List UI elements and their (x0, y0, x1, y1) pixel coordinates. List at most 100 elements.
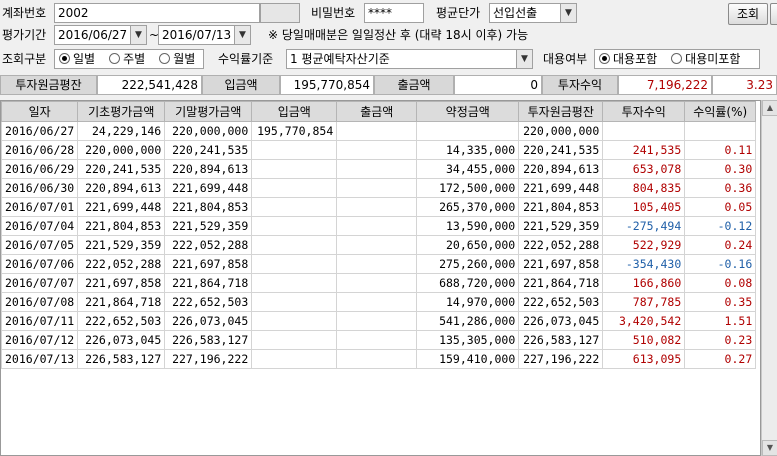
scroll-up-icon[interactable]: ▲ (762, 100, 777, 116)
table-cell: 0.36 (684, 178, 757, 198)
radio-weekly-label: 주별 (123, 52, 146, 66)
table-cell: 221,697,858 (518, 254, 604, 274)
avg-price-label: 평균단가 (436, 6, 481, 20)
table-row[interactable]: 2016/07/13 226,583,127 227,196,222 159,410,… (1, 349, 757, 369)
date-to-input[interactable]: 2016/07/13 ▼ (158, 25, 251, 45)
table-cell: 221,864,718 (77, 292, 166, 312)
table-cell: 221,697,858 (77, 273, 166, 293)
table-row[interactable]: 2016/07/05 221,529,359 222,052,288 20,650,0… (1, 235, 757, 255)
column-header[interactable]: 출금액 (336, 101, 418, 122)
loan-group: 대용포함 대용미포함 (594, 49, 760, 69)
table-cell (336, 254, 418, 274)
table-cell: 0.35 (684, 292, 757, 312)
table-cell (251, 140, 338, 160)
table-row[interactable]: 2016/06/28 220,000,000 220,241,535 14,335,0… (1, 140, 757, 160)
table-cell: 2016/06/30 (1, 178, 79, 198)
table-row[interactable]: 2016/07/08 221,864,718 222,652,503 14,970,0… (1, 292, 757, 312)
radio-selected-icon (59, 53, 70, 64)
table-cell: 24,229,146 (77, 121, 166, 141)
table-cell: 221,529,359 (164, 216, 253, 236)
table-cell (684, 121, 757, 141)
period-label: 평가기간 (2, 28, 47, 42)
table-row[interactable]: 2016/07/12 226,073,045 226,583,127 135,305,… (1, 330, 757, 350)
radio-daily[interactable]: 일별 (59, 52, 95, 66)
date-from-value: 2016/06/27 (58, 28, 128, 42)
radio-loan-exclude[interactable]: 대용미포함 (671, 52, 740, 66)
table-row[interactable]: 2016/06/27 24,229,146 220,000,000 195,770,8… (1, 121, 757, 141)
table-cell: 195,770,854 (251, 121, 338, 141)
password-input[interactable]: **** (364, 3, 424, 23)
column-header[interactable]: 수익률(%) (684, 101, 757, 122)
column-header[interactable]: 약정금액 (416, 101, 520, 122)
table-cell: 221,864,718 (164, 273, 253, 293)
avg-price-select[interactable]: 선입선출 ▼ (489, 3, 577, 23)
date-from-input[interactable]: 2016/06/27 ▼ (54, 25, 147, 45)
table-cell: 510,082 (602, 330, 686, 350)
return-basis-value: 1 평균예탁자산기준 (290, 52, 390, 66)
table-cell (336, 349, 418, 369)
table-row[interactable]: 2016/06/30 220,894,613 221,699,448 172,500,… (1, 178, 757, 198)
daily-returns-table: 일자 기초평가금액 기말평가금액 입금액 출금액 약정금액 투자원금평잔 투자수익 수익률(%)… (1, 101, 757, 369)
table-row[interactable]: 2016/07/01 221,699,448 221,804,853 265,370,… (1, 197, 757, 217)
table-row[interactable]: 2016/07/07 221,697,858 221,864,718 688,720,… (1, 273, 757, 293)
column-header[interactable]: 기초평가금액 (77, 101, 166, 122)
return-basis-select[interactable]: 1 평균예탁자산기준 ▼ (286, 49, 533, 69)
table-cell: 2016/07/01 (1, 197, 79, 217)
avg-price-value: 선입선출 (493, 6, 538, 20)
table-cell: 2016/06/27 (1, 121, 79, 141)
table-cell: 2016/07/12 (1, 330, 79, 350)
vertical-scrollbar[interactable]: ▲ ▼ (761, 100, 777, 456)
table-cell: 135,305,000 (416, 330, 520, 350)
summary-deposit-value: 195,770,854 (280, 75, 374, 95)
scroll-down-icon[interactable]: ▼ (762, 440, 777, 456)
table-row[interactable]: 2016/07/04 221,804,853 221,529,359 13,590,0… (1, 216, 757, 236)
table-cell (336, 235, 418, 255)
table-header-row: 일자 기초평가금액 기말평가금액 입금액 출금액 약정금액 투자원금평잔 투자수익 수익률(%) (1, 101, 757, 122)
radio-loan-include[interactable]: 대용포함 (599, 52, 657, 66)
column-header[interactable]: 입금액 (251, 101, 338, 122)
column-header[interactable]: 투자원금평잔 (518, 101, 604, 122)
next-button[interactable]: 다음 (770, 3, 777, 25)
table-row[interactable]: 2016/06/29 220,241,535 220,894,613 34,455,0… (1, 159, 757, 179)
column-header[interactable]: 기말평가금액 (164, 101, 253, 122)
column-header[interactable]: 일자 (1, 101, 79, 122)
lookup-button[interactable]: 조회 (728, 3, 768, 25)
account-label: 계좌번호 (2, 6, 47, 20)
table-cell: 221,864,718 (518, 273, 604, 293)
table-cell: 220,241,535 (77, 159, 166, 179)
table-cell: 2016/07/08 (1, 292, 79, 312)
radio-daily-label: 일별 (73, 52, 96, 66)
radio-weekly[interactable]: 주별 (109, 52, 145, 66)
date-to-value: 2016/07/13 (162, 28, 232, 42)
chevron-down-icon[interactable]: ▼ (560, 4, 576, 22)
table-cell: 226,583,127 (518, 330, 604, 350)
table-cell: 221,804,853 (77, 216, 166, 236)
table-cell: -354,430 (602, 254, 686, 274)
table-row[interactable]: 2016/07/11 222,652,503 226,073,045 541,286,… (1, 311, 757, 331)
lookup-type-label: 조회구분 (2, 52, 47, 66)
chevron-down-icon[interactable]: ▼ (516, 50, 532, 68)
radio-icon (159, 53, 171, 64)
table-cell: 221,529,359 (77, 235, 166, 255)
table-cell (336, 292, 418, 312)
table-cell: 222,052,288 (77, 254, 166, 274)
table-cell: 3,420,542 (602, 311, 686, 331)
calendar-dropdown-icon[interactable]: ▼ (130, 26, 146, 44)
radio-loan-include-label: 대용포함 (613, 52, 658, 66)
table-cell: 14,970,000 (416, 292, 520, 312)
summary-principal-label: 투자원금평잔 (0, 75, 97, 95)
table-cell: 227,196,222 (518, 349, 604, 369)
account-name-field (260, 3, 300, 23)
table-cell (251, 273, 338, 293)
table-row[interactable]: 2016/07/06 222,052,288 221,697,858 275,260,… (1, 254, 757, 274)
calendar-dropdown-icon[interactable]: ▼ (234, 26, 250, 44)
table-cell: 2016/07/07 (1, 273, 79, 293)
radio-monthly[interactable]: 월별 (159, 52, 195, 66)
table-cell (251, 197, 338, 217)
radio-monthly-label: 월별 (173, 52, 196, 66)
account-input[interactable]: 2002 (54, 3, 260, 23)
column-header[interactable]: 투자수익 (602, 101, 686, 122)
table-cell: 787,785 (602, 292, 686, 312)
table-cell: -0.12 (684, 216, 757, 236)
table-cell: 222,652,503 (518, 292, 604, 312)
